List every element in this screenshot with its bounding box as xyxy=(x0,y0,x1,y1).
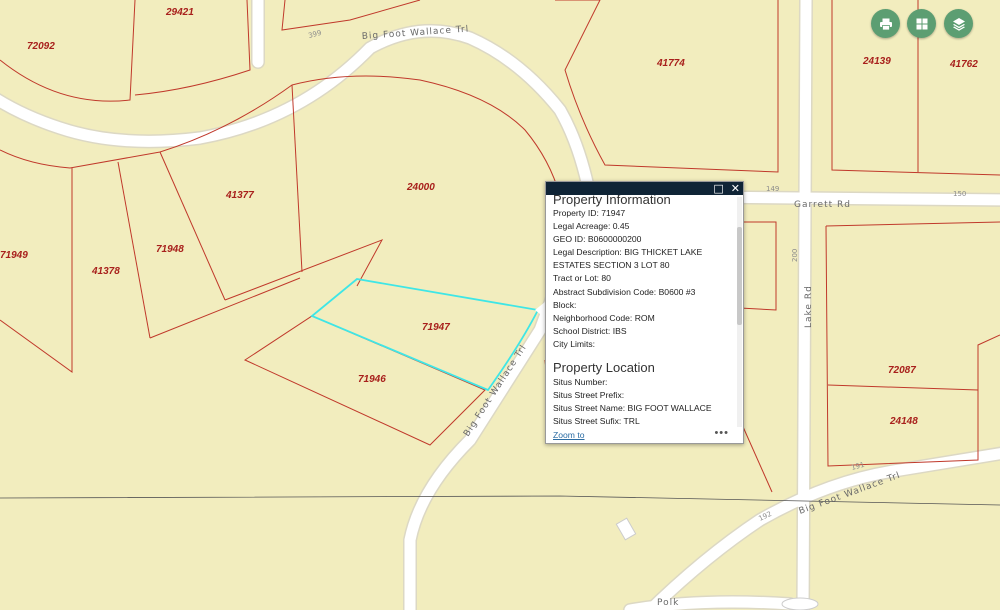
map-canvas[interactable]: 29421 72092 41774 24139 41762 24000 4137… xyxy=(0,0,1000,610)
field-label: Neighborhood Code: xyxy=(553,312,633,323)
parcel-label: 24139 xyxy=(862,56,891,67)
field-row: Situs Street Name: BIG FOOT WALLACE xyxy=(553,402,736,415)
field-label: Legal Description: xyxy=(553,247,622,258)
field-label: Legal Acreage: xyxy=(553,221,611,232)
field-label: School District: xyxy=(553,325,611,336)
address-number: 150 xyxy=(953,190,966,198)
parcel-label: 71947 xyxy=(422,322,450,333)
field-row: Situs Number: xyxy=(553,376,736,389)
field-label: Abstract Subdivision Code: xyxy=(553,286,657,297)
structure-shape xyxy=(781,597,819,610)
parcel-label: 41762 xyxy=(949,59,978,70)
field-value: 0.45 xyxy=(612,221,630,232)
popup-header: □ ✕ xyxy=(546,182,743,195)
parcel-label: 72092 xyxy=(27,41,55,52)
grid-icon xyxy=(916,18,927,29)
field-value: 80 xyxy=(601,273,611,284)
road-label-polk: Polk xyxy=(657,598,679,608)
field-value: BIG FOOT WALLACE xyxy=(627,403,712,414)
parcel-label: 24000 xyxy=(406,182,435,193)
popup-pointer xyxy=(535,302,545,318)
parcel-label: 41378 xyxy=(91,266,120,277)
field-row: GEO ID: B0600000200 xyxy=(553,233,736,246)
popup-scroll-thumb[interactable] xyxy=(737,227,742,325)
field-row: Abstract Subdivision Code: B0600 #3 xyxy=(553,286,736,299)
field-value: B0600000200 xyxy=(587,234,642,245)
layers-icon xyxy=(952,17,965,31)
field-value: B0600 #3 xyxy=(658,286,696,297)
section-title-property-location: Property Location xyxy=(553,360,655,376)
field-label: Situs Street Prefix: xyxy=(553,390,625,401)
parcel-label: 72087 xyxy=(888,365,916,376)
field-label: Tract or Lot: xyxy=(553,273,600,284)
field-row: City Limits: xyxy=(553,338,736,351)
parcel-label: 29421 xyxy=(165,7,194,18)
popup-body[interactable]: Property Information Property ID: 71947 … xyxy=(546,195,736,429)
road-label-garrett: Garrett Rd xyxy=(794,200,851,210)
parcel-label: 24148 xyxy=(889,416,918,427)
field-label: City Limits: xyxy=(553,338,596,349)
parcel-label: 41774 xyxy=(656,58,685,69)
field-value: TRL xyxy=(623,416,640,427)
printer-icon xyxy=(879,18,892,30)
popup-scrollbar[interactable] xyxy=(737,197,742,427)
field-value: IBS xyxy=(612,325,627,336)
parcel-label: 71949 xyxy=(0,250,28,261)
property-popup: □ ✕ Property Information Property ID: 71… xyxy=(545,181,744,444)
field-row: Legal Description: BIG THICKET LAKE ESTA… xyxy=(553,246,731,272)
field-row: Block: xyxy=(553,299,736,312)
parcel-label: 71946 xyxy=(358,374,386,385)
road-label-lake: Lake Rd xyxy=(804,285,814,328)
field-label: Situs Street Sufix: xyxy=(553,416,622,427)
address-number: 149 xyxy=(766,185,779,193)
field-row: Legal Acreage: 0.45 xyxy=(553,220,736,233)
field-label: Property ID: xyxy=(553,208,599,218)
layers-button[interactable] xyxy=(944,9,973,38)
field-value: ROM xyxy=(634,312,655,323)
parcel-label: 41377 xyxy=(225,190,254,201)
address-number: 200 xyxy=(791,249,799,262)
more-options-button[interactable]: ••• xyxy=(714,427,729,439)
close-icon[interactable]: ✕ xyxy=(731,182,740,195)
field-value: 71947 xyxy=(601,208,626,218)
field-row: Property ID: 71947 xyxy=(553,207,736,220)
popup-footer: Zoom to ••• xyxy=(546,427,741,443)
parcel-label: 71948 xyxy=(156,244,184,255)
basemap-gallery-button[interactable] xyxy=(907,9,936,38)
field-label: Situs Street Name: xyxy=(553,403,626,414)
field-row: Situs Street Prefix: xyxy=(553,389,736,402)
field-label: Block: xyxy=(553,299,577,310)
print-button[interactable] xyxy=(871,9,900,38)
field-label: Situs Number: xyxy=(553,377,608,388)
zoom-to-link[interactable]: Zoom to xyxy=(553,430,585,440)
field-row: School District: IBS xyxy=(553,325,736,338)
field-label: GEO ID: xyxy=(553,234,586,245)
section-title-property-information: Property Information xyxy=(553,195,671,207)
field-row: Neighborhood Code: ROM xyxy=(553,312,736,325)
field-row: Situs Street Sufix: TRL xyxy=(553,415,736,428)
field-row: Tract or Lot: 80 xyxy=(553,272,736,285)
maximize-icon[interactable]: □ xyxy=(713,182,723,195)
